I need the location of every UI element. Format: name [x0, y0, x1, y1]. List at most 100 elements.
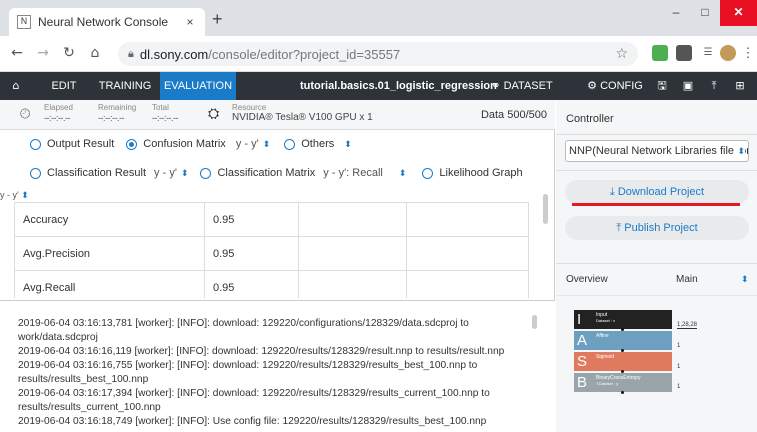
- minimize-button[interactable]: –: [662, 0, 690, 26]
- option-classification-matrix[interactable]: Classification Matrix: [200, 167, 315, 179]
- download-project-button[interactable]: ⤓ Download Project: [565, 180, 749, 204]
- table-selector-label: y - y': [0, 190, 19, 200]
- divider: [556, 170, 757, 171]
- resource-stat: Resource NVIDIA® Tesla® V100 GPU x 1: [232, 103, 373, 123]
- classification-result-select[interactable]: y - y' ⬍: [154, 167, 188, 179]
- layer-input: I Input Dataset : x: [574, 310, 672, 329]
- metric-name: Accuracy: [14, 202, 205, 237]
- log-line: work/data.sdcproj: [18, 332, 98, 343]
- project-name: tutorial.basics.01_logistic_regression: [300, 80, 497, 92]
- extension-icon[interactable]: [652, 45, 668, 61]
- lock-icon: 🔒︎: [128, 47, 134, 60]
- close-window-button[interactable]: ✕: [720, 0, 757, 26]
- file-format-select[interactable]: NNP(Neural Network Libraries file forr ⬍: [565, 140, 749, 162]
- radio-confusion-matrix[interactable]: [126, 138, 138, 150]
- fullscreen-icon[interactable]: ⊞: [728, 72, 752, 100]
- table-cell: [298, 236, 407, 271]
- layer-shape: 1: [677, 384, 681, 390]
- layer-detail: Dataset : x: [596, 318, 616, 323]
- confusion-select-value: y - y': [235, 138, 259, 150]
- option-output-result[interactable]: Output Result: [30, 138, 114, 150]
- tab-training[interactable]: TRAINING: [96, 72, 154, 100]
- menu-icon[interactable]: ⋮: [740, 45, 756, 61]
- browser-tab[interactable]: N Neural Network Console ×: [9, 8, 205, 36]
- forward-icon[interactable]: →: [34, 45, 52, 61]
- download-project-label: Download Project: [617, 186, 705, 198]
- app-home-icon[interactable]: ⌂: [0, 72, 32, 100]
- radio-others[interactable]: [284, 138, 296, 150]
- save-as-icon[interactable]: ▣: [676, 72, 700, 100]
- radio-classification-matrix[interactable]: [200, 167, 212, 179]
- tab-edit[interactable]: EDIT: [44, 72, 84, 100]
- close-tab-icon[interactable]: ×: [183, 15, 197, 29]
- tab-dataset[interactable]: ⚭ DATASET: [482, 72, 562, 100]
- layer-letter: I: [577, 311, 582, 328]
- option-confusion-matrix[interactable]: Confusion Matrix: [126, 138, 226, 150]
- confusion-select[interactable]: y - y' ⬍: [236, 138, 270, 150]
- layer-detail: T.Dataset : y: [596, 381, 619, 386]
- chevron-updown-icon: ⬍: [737, 141, 745, 161]
- upload-icon[interactable]: ⤒: [702, 72, 726, 100]
- tab-config-label: CONFIG: [600, 80, 643, 92]
- elapsed-label: Elapsed: [44, 103, 73, 112]
- tab-title: Neural Network Console: [38, 15, 169, 29]
- resource-value: NVIDIA® Tesla® V100 GPU x 1: [232, 112, 373, 123]
- table-row: Avg.Precision 0.95: [14, 236, 529, 271]
- metric-name: Avg.Precision: [14, 236, 205, 271]
- divider: [556, 295, 757, 296]
- metrics-table-wrap: Accuracy 0.95 Avg.Precision 0.95 Avg.Rec…: [14, 202, 529, 298]
- layer-shape: 1: [677, 364, 681, 370]
- reading-list-icon[interactable]: ☰: [700, 45, 716, 61]
- bookmark-star-icon[interactable]: ☆: [615, 46, 628, 62]
- layer-name: Affine: [596, 333, 609, 339]
- back-icon[interactable]: ←: [8, 45, 26, 61]
- publish-project-button[interactable]: ⤒ Publish Project: [565, 216, 749, 240]
- maximize-button[interactable]: □: [690, 0, 720, 26]
- layer-shape: 1,28,28: [677, 322, 698, 329]
- download-icon: ⤓: [609, 186, 618, 198]
- classification-matrix-select[interactable]: y - y': Recall ⬍: [323, 167, 406, 179]
- home-icon[interactable]: ⌂: [86, 45, 104, 61]
- chevron-updown-icon: ⬍: [398, 167, 407, 178]
- log-line: results/results_current_100.nnp: [18, 402, 161, 413]
- log-scrollbar[interactable]: [532, 315, 537, 329]
- url-host: dl.sony.com: [139, 46, 209, 62]
- controller-title: Controller: [566, 113, 614, 125]
- reload-icon[interactable]: ↻: [60, 45, 78, 61]
- option-classification-result[interactable]: Classification Result: [30, 167, 146, 179]
- radio-output-result[interactable]: [30, 138, 41, 150]
- highlight-underline: [572, 203, 740, 206]
- network-overview[interactable]: I Input Dataset : x A Affine S Sigmoid B…: [574, 310, 672, 394]
- option-others[interactable]: Others ⬍: [284, 138, 352, 150]
- metrics-table: Accuracy 0.95 Avg.Precision 0.95 Avg.Rec…: [14, 202, 529, 298]
- url-input[interactable]: 🔒︎ dl.sony.com/console/editor?project_id…: [118, 42, 638, 66]
- layer-affine: A Affine: [574, 331, 672, 350]
- extension-icon[interactable]: [676, 45, 692, 61]
- radio-likelihood-graph[interactable]: [422, 167, 434, 179]
- log-lines: 2019-06-04 03:16:13,781 [worker]: [INFO]…: [18, 317, 523, 429]
- new-tab-icon[interactable]: +: [212, 10, 223, 28]
- tab-config[interactable]: ⚙ CONFIG: [575, 72, 655, 100]
- remaining-value: --:--:--.--: [98, 113, 124, 123]
- chevron-updown-icon: ⬍: [21, 190, 29, 200]
- classification-options-row: Classification Result y - y' ⬍ Classific…: [0, 159, 555, 187]
- option-likelihood-graph-label: Likelihood Graph: [439, 167, 523, 179]
- gpu-chip-icon: ⛭: [208, 106, 220, 122]
- total-stat: Total --:--:--.--: [152, 103, 178, 123]
- connector-dot: [621, 391, 624, 394]
- chevron-updown-icon[interactable]: ⬍: [741, 274, 749, 285]
- table-scrollbar[interactable]: [543, 194, 548, 224]
- save-icon[interactable]: 🖫: [650, 72, 674, 100]
- gear-icon: ⚙: [587, 80, 601, 92]
- avatar[interactable]: [720, 45, 736, 61]
- option-likelihood-graph[interactable]: Likelihood Graph: [422, 167, 523, 179]
- connector-dot: [621, 370, 624, 373]
- log-line: 2019-06-04 03:16:13,781 [worker]: [INFO]…: [18, 318, 469, 329]
- metric-name: Avg.Recall: [14, 270, 205, 298]
- radio-classification-result[interactable]: [30, 167, 41, 179]
- tab-evaluation[interactable]: EVALUATION: [160, 72, 236, 100]
- chevron-updown-icon[interactable]: ⬍: [344, 139, 352, 150]
- clock-icon: 🕘︎: [20, 107, 31, 122]
- table-selector[interactable]: y - y' ⬍: [0, 190, 29, 201]
- overview-selector[interactable]: Main: [676, 274, 698, 285]
